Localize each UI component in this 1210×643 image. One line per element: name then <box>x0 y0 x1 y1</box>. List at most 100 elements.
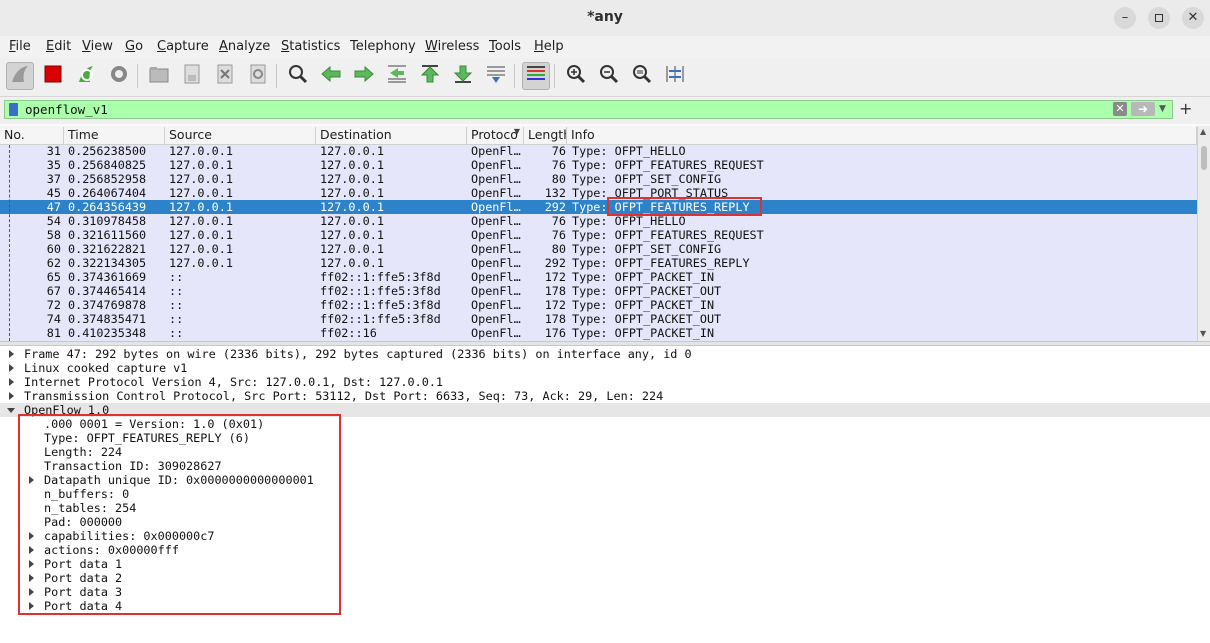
expand-down-icon[interactable] <box>7 408 15 413</box>
menu-file[interactable]: File <box>9 39 31 54</box>
bookmark-icon[interactable] <box>9 103 18 116</box>
packet-row[interactable]: 67 0.374465414:: ff02::1:ffe5:3f8d OpenFl… 1… <box>0 284 1197 298</box>
expand-right-icon[interactable] <box>29 588 34 596</box>
column-header-info[interactable]: Info <box>567 127 1197 144</box>
packet-row[interactable]: 81 0.410235348:: ff02::16 OpenFl… 176 Type: O… <box>0 326 1197 340</box>
restart-capture-button[interactable] <box>72 62 100 90</box>
go-forward-button[interactable] <box>350 62 378 90</box>
detail-row[interactable]: Port data 1 <box>0 557 1210 571</box>
menu-edit[interactable]: Edit <box>46 39 71 54</box>
packet-row[interactable]: 62 0.322134305 127.0.0.1 127.0.0.1 OpenFl… 29… <box>0 256 1197 270</box>
packet-row[interactable]: 60 0.321622821 127.0.0.1 127.0.0.1 OpenFl… 80… <box>0 242 1197 256</box>
open-file-button[interactable] <box>145 62 173 90</box>
detail-row[interactable]: actions: 0x00000fff <box>0 543 1210 557</box>
detail-row[interactable]: Linux cooked capture v1 <box>0 361 1210 375</box>
normal-size-button[interactable] <box>628 62 656 90</box>
packet-proto: OpenFl… <box>471 256 521 270</box>
scroll-thumb[interactable] <box>1201 146 1207 170</box>
column-header-length[interactable]: Length <box>524 127 567 144</box>
detail-row[interactable]: n_buffers: 0 <box>0 487 1210 501</box>
clear-filter-icon[interactable]: ✕ <box>1113 102 1127 116</box>
apply-filter-icon[interactable]: ➜ <box>1131 102 1155 116</box>
expand-right-icon[interactable] <box>29 574 34 582</box>
menu-view[interactable]: View <box>82 39 113 54</box>
zoom-out-button[interactable] <box>595 62 623 90</box>
go-back-button[interactable] <box>317 62 345 90</box>
menu-help[interactable]: Help <box>534 39 564 54</box>
go-last-packet-button[interactable] <box>449 62 477 90</box>
detail-row[interactable]: Frame 47: 292 bytes on wire (2336 bits),… <box>0 347 1210 361</box>
display-filter-input[interactable]: openflow_v1 ✕ ➜ ▼ <box>4 100 1173 119</box>
expand-right-icon[interactable] <box>9 378 14 386</box>
expand-right-icon[interactable] <box>29 560 34 568</box>
menu-capture[interactable]: Capture <box>157 39 209 54</box>
close-icon: ✕ <box>1187 10 1199 25</box>
expand-right-icon[interactable] <box>9 350 14 358</box>
expand-right-icon[interactable] <box>29 476 34 484</box>
packet-row[interactable]: 65 0.374361669:: ff02::1:ffe5:3f8d OpenFl… 1… <box>0 270 1197 284</box>
detail-row[interactable]: Length: 224 <box>0 445 1210 459</box>
detail-row[interactable]: OpenFlow 1.0 <box>0 403 1210 417</box>
go-first-packet-button[interactable] <box>416 62 444 90</box>
menu-statistics[interactable]: Statistics <box>281 39 340 54</box>
scroll-down-icon[interactable]: ▼ <box>1200 329 1206 338</box>
minimize-button[interactable]: – <box>1114 7 1136 29</box>
packet-details-tree[interactable]: Frame 47: 292 bytes on wire (2336 bits),… <box>0 346 1210 643</box>
column-header-source[interactable]: Source <box>165 127 316 144</box>
packet-row[interactable]: 72 0.374769878:: ff02::1:ffe5:3f8d OpenFl… 1… <box>0 298 1197 312</box>
column-header-no[interactable]: No. <box>0 127 64 144</box>
scroll-up-icon[interactable]: ▲ <box>1200 127 1206 136</box>
filter-dropdown-icon[interactable]: ▼ <box>1159 101 1166 118</box>
column-header-time[interactable]: Time <box>64 127 165 144</box>
packet-list[interactable]: 31 0.256238500 127.0.0.1 127.0.0.1 OpenFl… 76… <box>0 145 1197 341</box>
detail-row[interactable]: capabilities: 0x000000c7 <box>0 529 1210 543</box>
detail-row[interactable]: .000 0001 = Version: 1.0 (0x01) <box>0 417 1210 431</box>
packet-row[interactable]: 74 0.374835471:: ff02::1:ffe5:3f8d OpenFl… 1… <box>0 312 1197 326</box>
detail-row[interactable]: Datapath unique ID: 0x0000000000000001 <box>0 473 1210 487</box>
resize-columns-button[interactable] <box>661 62 689 90</box>
menu-wireless[interactable]: Wireless <box>425 39 479 54</box>
packet-row[interactable]: 35 0.256840825 127.0.0.1 127.0.0.1 OpenFl… 76… <box>0 158 1197 172</box>
detail-row[interactable]: Type: OFPT_FEATURES_REPLY (6) <box>0 431 1210 445</box>
detail-row[interactable]: Internet Protocol Version 4, Src: 127.0.… <box>0 375 1210 389</box>
menu-telephony[interactable]: Telephony <box>350 39 416 54</box>
detail-row[interactable]: Port data 3 <box>0 585 1210 599</box>
column-header-destination[interactable]: Destination <box>316 127 467 144</box>
detail-row[interactable]: Transaction ID: 309028627 <box>0 459 1210 473</box>
stop-capture-button[interactable] <box>39 62 67 90</box>
find-packet-button[interactable] <box>284 62 312 90</box>
colorize-button[interactable] <box>522 62 550 90</box>
maximize-button[interactable] <box>1148 7 1170 29</box>
shark-fin-start-button[interactable] <box>6 62 34 90</box>
menu-analyze[interactable]: Analyze <box>219 39 270 54</box>
zoom-in-button[interactable] <box>562 62 590 90</box>
packet-row[interactable]: 37 0.256852958 127.0.0.1 127.0.0.1 OpenFl… 80… <box>0 172 1197 186</box>
go-to-packet-button[interactable] <box>383 62 411 90</box>
packet-row-selected[interactable]: 47 0.264356439 127.0.0.1 127.0.0.1 OpenFl… 29… <box>0 200 1197 214</box>
autoscroll-button[interactable] <box>482 62 510 90</box>
reload-file-button[interactable] <box>244 62 272 90</box>
column-header-protocol[interactable]: Protoco ▼ <box>467 127 524 144</box>
expand-right-icon[interactable] <box>9 364 14 372</box>
packet-row[interactable]: 31 0.256238500 127.0.0.1 127.0.0.1 OpenFl… 76… <box>0 145 1197 158</box>
expand-right-icon[interactable] <box>9 392 14 400</box>
expand-right-icon[interactable] <box>29 602 34 610</box>
detail-row[interactable]: Transmission Control Protocol, Src Port:… <box>0 389 1210 403</box>
menu-tools[interactable]: Tools <box>489 39 521 54</box>
menu-go[interactable]: Go <box>125 39 143 54</box>
detail-row[interactable]: Port data 2 <box>0 571 1210 585</box>
detail-row[interactable]: n_tables: 254 <box>0 501 1210 515</box>
packet-list-scrollbar[interactable]: ▲ ▼ <box>1197 126 1210 341</box>
close-file-button[interactable] <box>211 62 239 90</box>
packet-row[interactable]: 45 0.264067404 127.0.0.1 127.0.0.1 OpenFl… 13… <box>0 186 1197 200</box>
detail-row[interactable]: Port data 4 <box>0 599 1210 613</box>
expand-right-icon[interactable] <box>29 546 34 554</box>
detail-row[interactable]: Pad: 000000 <box>0 515 1210 529</box>
save-file-button[interactable] <box>178 62 206 90</box>
add-filter-button[interactable]: + <box>1179 99 1192 118</box>
capture-options-button[interactable] <box>105 62 133 90</box>
close-window-button[interactable]: ✕ <box>1182 7 1204 29</box>
packet-row[interactable]: 58 0.321611560 127.0.0.1 127.0.0.1 OpenFl… 76… <box>0 228 1197 242</box>
packet-row[interactable]: 54 0.310978458 127.0.0.1 127.0.0.1 OpenFl… 76… <box>0 214 1197 228</box>
expand-right-icon[interactable] <box>29 532 34 540</box>
